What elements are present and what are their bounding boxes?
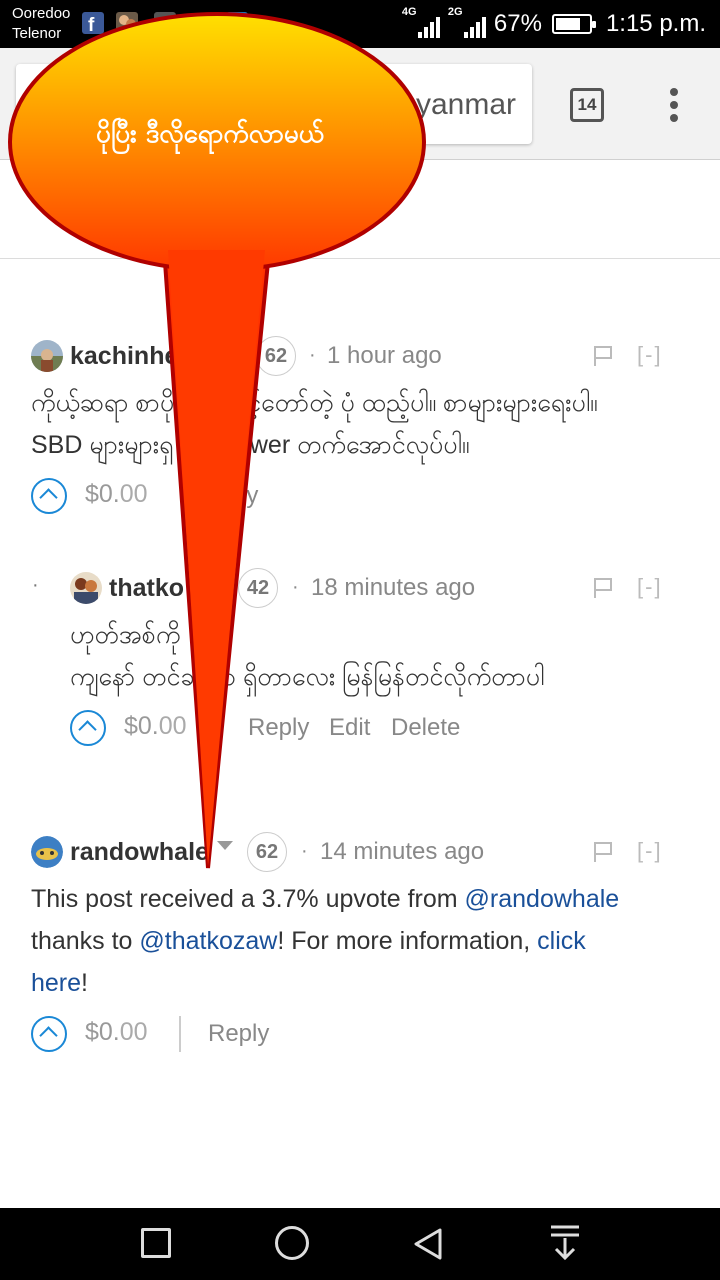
address-bar[interactable]: yanmar <box>16 64 532 144</box>
back-button[interactable] <box>408 1226 448 1262</box>
chevron-down-icon[interactable] <box>217 841 233 850</box>
comment-body-line: thanks to @thatkozaw! For more informati… <box>31 920 586 962</box>
facebook-notification-icon: f <box>82 12 104 36</box>
comment-body-line: SBD များများရှ em power တက်အောင်လုပ်ပါ။ <box>31 431 470 459</box>
payout-value[interactable]: $0.00 <box>85 480 148 509</box>
recent-apps-button[interactable] <box>141 1228 171 1258</box>
upvote-button[interactable] <box>31 1016 67 1052</box>
comment-body-line: This post received a 3.7% upvote from @r… <box>31 878 619 920</box>
flag-icon[interactable] <box>591 576 615 600</box>
payout-dollars: $0. <box>124 712 159 740</box>
comment-body-line: ကျနော် တင်ခ တာ ရှိတာလေး မြန်မြန်တင်လိုက်… <box>70 663 545 691</box>
svg-text:f: f <box>88 15 95 34</box>
separator-dot: · <box>301 840 308 862</box>
comment-reply: thatko 42 · 18 minutes ago [-] ဟုတ်အစ်ကိ… <box>70 568 690 752</box>
comment-author[interactable]: thatko <box>109 574 184 603</box>
reply-link[interactable]: ly <box>241 482 258 510</box>
upvote-button[interactable] <box>70 710 106 746</box>
clock: 1:15 p.m. <box>605 10 706 37</box>
network-type-label: 4G <box>401 6 417 18</box>
battery-icon <box>551 14 596 34</box>
comment: randowhale 62 · 14 minutes ago [-] This … <box>31 832 691 1062</box>
reply-link[interactable]: Reply <box>208 1020 269 1048</box>
comment-header: thatko 42 · 18 minutes ago [-] <box>70 568 710 608</box>
user-mention-link[interactable]: @randowhale <box>465 885 620 913</box>
battery-level <box>555 18 581 30</box>
separator-dot: · <box>292 576 299 598</box>
separator-dot: · <box>309 344 316 366</box>
body-text-segment: ! <box>81 969 88 997</box>
comment-footer: $0.00 ly <box>31 478 551 518</box>
address-bar-url[interactable]: yanmar <box>416 88 516 122</box>
signal-icon: 2G <box>448 6 488 42</box>
divider <box>0 258 720 259</box>
comment-body-line: ဟုတ်အစ်ကို <box>70 621 181 649</box>
reputation-badge: 62 <box>247 832 287 872</box>
payout-cents: 00 <box>119 1018 148 1046</box>
comment: kachinhe 62 · 1 hour ago [-] ကိုယ့်ဆရာ စ… <box>31 336 691 520</box>
info-link[interactable]: click <box>537 927 586 955</box>
flag-icon[interactable] <box>591 344 615 368</box>
status-bar: Ooredoo Telenor f 4G 2G 67% 1:15 p.m. <box>0 0 720 48</box>
avatar[interactable] <box>31 836 63 868</box>
payout-value[interactable]: $0.00 <box>124 712 187 741</box>
battery-percent: 67% <box>493 10 542 37</box>
comment-timestamp[interactable]: 18 minutes ago <box>311 574 475 602</box>
edit-link[interactable]: Edit <box>329 714 370 742</box>
flag-icon[interactable] <box>591 840 615 864</box>
comment-header: kachinhe 62 · 1 hour ago [-] <box>31 336 671 376</box>
thread-bullet: · <box>32 574 39 596</box>
payout-dollars: $0. <box>85 480 120 508</box>
payout-cents: 00 <box>158 712 187 740</box>
user-mention-link[interactable]: @thatkozaw <box>139 927 277 955</box>
comment-header: randowhale 62 · 14 minutes ago [-] <box>31 832 671 872</box>
delete-link[interactable]: Delete <box>391 714 460 742</box>
divider <box>179 1016 181 1052</box>
carrier-name-1: Ooredoo <box>12 5 71 22</box>
comment-footer: $0.00 Reply <box>31 1016 551 1056</box>
carrier-name-2: Telenor <box>12 25 62 42</box>
app-notification-icon <box>116 12 138 34</box>
notification-icon <box>154 12 176 34</box>
collapse-toggle[interactable]: [-] <box>637 342 663 368</box>
comment-body-line: ကိုယ့်ဆရာ စာပို ကြီး သင့်တော်တဲ့ ပုံ ထည့… <box>31 389 598 417</box>
signal-icon: 4G <box>402 6 442 42</box>
collapse-toggle[interactable]: [-] <box>637 574 663 600</box>
browser-toolbar: yanmar 14 <box>0 48 720 160</box>
body-text-segment: thanks to <box>31 927 140 955</box>
home-button[interactable] <box>275 1226 309 1260</box>
navigation-bar <box>0 1208 720 1280</box>
comment-author[interactable]: randowhale <box>70 838 209 867</box>
payout-dollars: $0. <box>85 1018 120 1046</box>
collapse-toggle[interactable]: [-] <box>637 838 663 864</box>
info-link[interactable]: here <box>31 969 81 997</box>
comment-timestamp[interactable]: 1 hour ago <box>327 342 442 370</box>
tab-switcher-button[interactable]: 14 <box>570 88 604 122</box>
avatar[interactable] <box>70 572 102 604</box>
notification-pull-down-icon[interactable] <box>548 1222 582 1264</box>
upvote-button[interactable] <box>31 478 67 514</box>
notification-icon <box>226 12 248 34</box>
reply-link[interactable]: Reply <box>248 714 309 742</box>
payout-cents: 00 <box>119 480 148 508</box>
comment-author[interactable]: kachinhe <box>70 342 178 371</box>
reputation-badge: 42 <box>238 568 278 608</box>
body-text-segment: ! For more information, <box>277 927 538 955</box>
body-text-segment: This post received a 3.7% upvote from <box>31 885 465 913</box>
comment-footer: $0.00 Reply Edit Delete <box>70 710 590 750</box>
reputation-badge: 62 <box>256 336 296 376</box>
comment-body-line: here! <box>31 962 88 1004</box>
avatar[interactable] <box>31 340 63 372</box>
comment-timestamp[interactable]: 14 minutes ago <box>320 838 484 866</box>
network-type-label: 2G <box>447 6 463 18</box>
payout-value[interactable]: $0.00 <box>85 1018 148 1047</box>
overflow-menu-icon[interactable] <box>660 88 688 122</box>
